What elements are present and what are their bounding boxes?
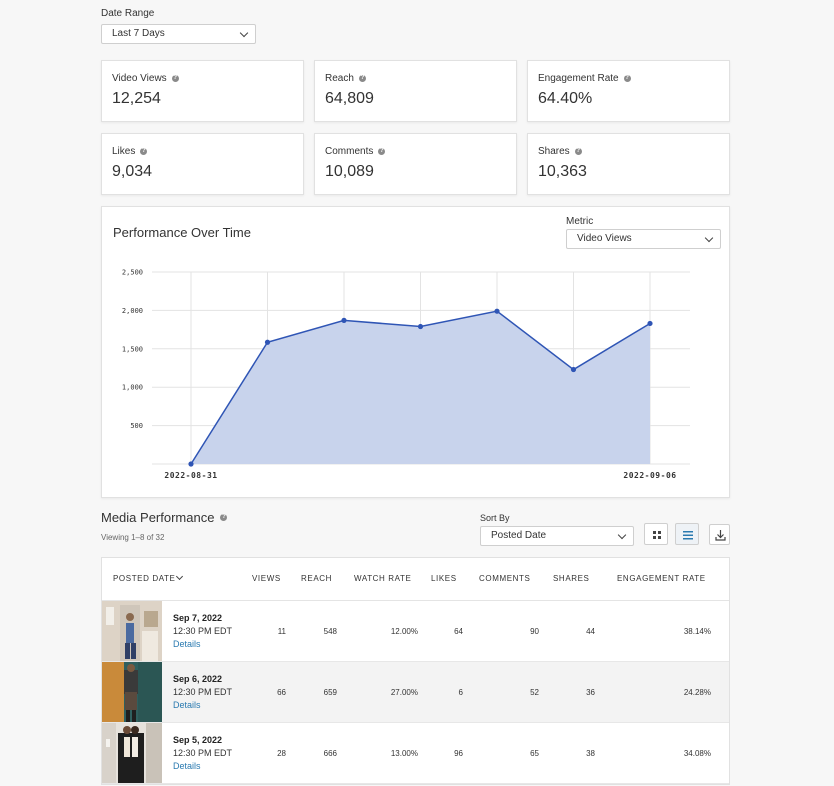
cell-likes: 6 bbox=[458, 688, 463, 697]
grid-icon bbox=[653, 531, 661, 539]
cell-shares: 44 bbox=[586, 627, 595, 636]
stat-card-shares: Shares? 10,363 bbox=[527, 133, 730, 195]
table-row: Sep 5, 2022 12:30 PM EDT Details 28 666 … bbox=[102, 723, 729, 784]
media-thumbnail[interactable] bbox=[102, 662, 162, 722]
cell-comments: 52 bbox=[530, 688, 539, 697]
sort-value: Posted Date bbox=[491, 530, 547, 541]
table-header: POSTED DATE VIEWS REACH WATCH RATE LIKES… bbox=[102, 558, 729, 601]
sort-select[interactable]: Posted Date bbox=[480, 526, 634, 546]
posted-date: Sep 6, 2022 bbox=[173, 674, 223, 684]
stat-label: Likes bbox=[112, 146, 136, 157]
sort-label: Sort By bbox=[480, 513, 510, 523]
stat-card-likes: Likes? 9,034 bbox=[101, 133, 304, 195]
cell-engagement: 24.28% bbox=[683, 688, 711, 697]
chevron-down-icon bbox=[617, 530, 627, 540]
stat-label: Shares bbox=[538, 146, 570, 157]
stat-card-comments: Comments? 10,089 bbox=[314, 133, 517, 195]
help-icon[interactable]: ? bbox=[171, 75, 179, 82]
download-button[interactable] bbox=[709, 524, 730, 545]
performance-chart-card: Performance Over Time Metric Video Views bbox=[101, 206, 730, 498]
grid-view-button[interactable] bbox=[644, 523, 668, 545]
list-view-button[interactable] bbox=[675, 523, 699, 545]
cell-comments: 90 bbox=[530, 627, 539, 636]
cell-reach: 659 bbox=[323, 688, 337, 697]
col-posted-date[interactable]: POSTED DATE bbox=[113, 574, 175, 583]
details-link[interactable]: Details bbox=[173, 639, 201, 649]
stat-value: 12,254 bbox=[112, 90, 161, 107]
cell-shares: 36 bbox=[586, 688, 595, 697]
col-views[interactable]: VIEWS bbox=[252, 574, 281, 583]
stat-value: 10,089 bbox=[325, 163, 374, 180]
cell-likes: 64 bbox=[454, 627, 463, 636]
help-icon[interactable]: ? bbox=[623, 75, 631, 82]
date-range-value: Last 7 Days bbox=[112, 28, 165, 39]
cell-reach: 666 bbox=[323, 749, 337, 758]
stat-label: Reach bbox=[325, 73, 354, 84]
cell-watch-rate: 12.00% bbox=[390, 627, 418, 636]
posted-date: Sep 7, 2022 bbox=[173, 613, 223, 623]
download-icon bbox=[715, 530, 726, 541]
metric-select[interactable]: Video Views bbox=[566, 229, 721, 249]
details-link[interactable]: Details bbox=[173, 761, 201, 771]
cell-watch-rate: 13.00% bbox=[390, 749, 418, 758]
cell-reach: 548 bbox=[323, 627, 337, 636]
posted-time: 12:30 PM EDT bbox=[173, 748, 233, 758]
cell-views: 11 bbox=[277, 627, 286, 636]
stat-card-video-views: Video Views? 12,254 bbox=[101, 60, 304, 122]
stat-label: Video Views bbox=[112, 73, 167, 84]
stat-value: 64.40% bbox=[538, 90, 593, 107]
chevron-down-icon bbox=[175, 572, 184, 581]
date-range-select[interactable]: Last 7 Days bbox=[101, 24, 256, 44]
cell-watch-rate: 27.00% bbox=[390, 688, 418, 697]
help-icon[interactable]: ? bbox=[358, 75, 366, 82]
cell-views: 28 bbox=[277, 749, 286, 758]
chevron-down-icon bbox=[239, 28, 249, 38]
media-title: Media Performance bbox=[101, 510, 215, 525]
cell-likes: 96 bbox=[454, 749, 463, 758]
col-shares[interactable]: SHARES bbox=[553, 574, 590, 583]
col-comments[interactable]: COMMENTS bbox=[479, 574, 530, 583]
table-row: Sep 7, 2022 12:30 PM EDT Details 11 548 … bbox=[102, 601, 729, 662]
chevron-down-icon bbox=[704, 233, 714, 243]
metric-value: Video Views bbox=[577, 233, 632, 244]
cell-views: 66 bbox=[277, 688, 286, 697]
cell-engagement: 34.08% bbox=[683, 749, 711, 758]
help-icon[interactable]: ? bbox=[378, 148, 386, 155]
stat-value: 64,809 bbox=[325, 90, 374, 107]
media-thumbnail[interactable] bbox=[102, 723, 162, 783]
media-thumbnail[interactable] bbox=[102, 601, 162, 661]
viewing-count: Viewing 1–8 of 32 bbox=[101, 533, 165, 542]
posted-time: 12:30 PM EDT bbox=[173, 626, 233, 636]
table-row: Sep 6, 2022 12:30 PM EDT Details 66 659 … bbox=[102, 662, 729, 723]
stat-label: Comments bbox=[325, 146, 374, 157]
stat-value: 9,034 bbox=[112, 163, 153, 180]
stat-label: Engagement Rate bbox=[538, 73, 619, 84]
col-reach[interactable]: REACH bbox=[301, 574, 332, 583]
media-table: POSTED DATE VIEWS REACH WATCH RATE LIKES… bbox=[101, 557, 730, 785]
help-icon[interactable]: ? bbox=[220, 514, 228, 521]
cell-shares: 38 bbox=[586, 749, 595, 758]
stat-card-engagement-rate: Engagement Rate? 64.40% bbox=[527, 60, 730, 122]
posted-date: Sep 5, 2022 bbox=[173, 735, 223, 745]
posted-time: 12:30 PM EDT bbox=[173, 687, 233, 697]
cell-engagement: 38.14% bbox=[683, 627, 711, 636]
date-range-label: Date Range bbox=[101, 8, 155, 19]
chart-title: Performance Over Time bbox=[113, 225, 251, 240]
details-link[interactable]: Details bbox=[173, 700, 201, 710]
stat-card-reach: Reach? 64,809 bbox=[314, 60, 517, 122]
list-icon bbox=[683, 531, 693, 540]
stat-value: 10,363 bbox=[538, 163, 587, 180]
col-watch-rate[interactable]: WATCH RATE bbox=[354, 574, 411, 583]
col-likes[interactable]: LIKES bbox=[431, 574, 457, 583]
metric-label: Metric bbox=[566, 216, 594, 227]
help-icon[interactable]: ? bbox=[574, 148, 582, 155]
help-icon[interactable]: ? bbox=[140, 148, 148, 155]
cell-comments: 65 bbox=[530, 749, 539, 758]
media-performance-header: Media Performance ? bbox=[101, 510, 228, 525]
col-engagement-rate[interactable]: ENGAGEMENT RATE bbox=[617, 574, 706, 583]
